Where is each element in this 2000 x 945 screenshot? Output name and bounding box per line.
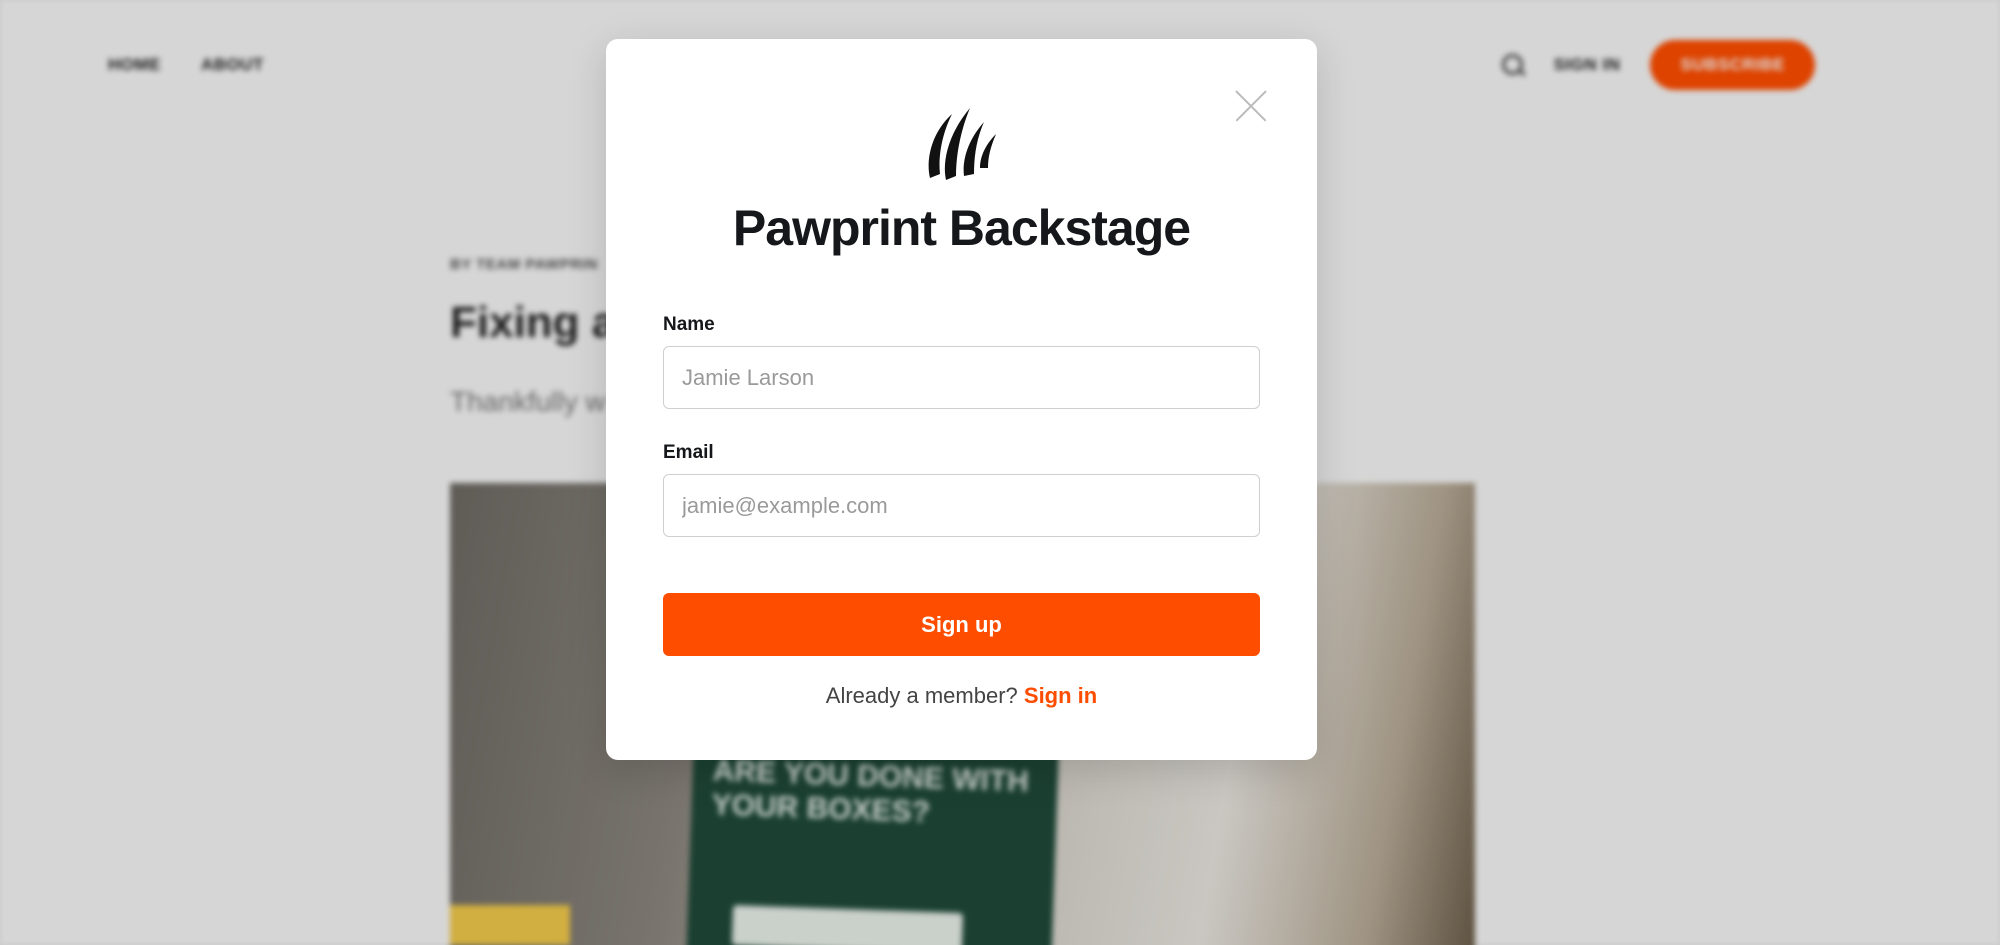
brand-title: Pawprint Backstage — [732, 200, 1191, 256]
claw-marks-icon — [928, 108, 996, 180]
name-label: Name — [663, 314, 715, 335]
sign-in-link[interactable]: Sign in — [1024, 683, 1097, 708]
sign-up-button[interactable]: Sign up — [663, 593, 1260, 656]
email-input[interactable] — [663, 474, 1260, 537]
already-member-line: Already a member? Sign in — [606, 683, 1317, 709]
email-label: Email — [663, 442, 714, 463]
close-icon[interactable] — [1234, 89, 1268, 123]
member-prompt: Already a member? — [825, 683, 1018, 708]
name-input[interactable] — [663, 346, 1260, 409]
page: HOME ABOUT SIGN IN SUBSCRIBE BY TEAM PAW… — [0, 0, 2000, 945]
signup-modal: Pawprint Backstage Name Email Sign up Al… — [606, 39, 1317, 760]
